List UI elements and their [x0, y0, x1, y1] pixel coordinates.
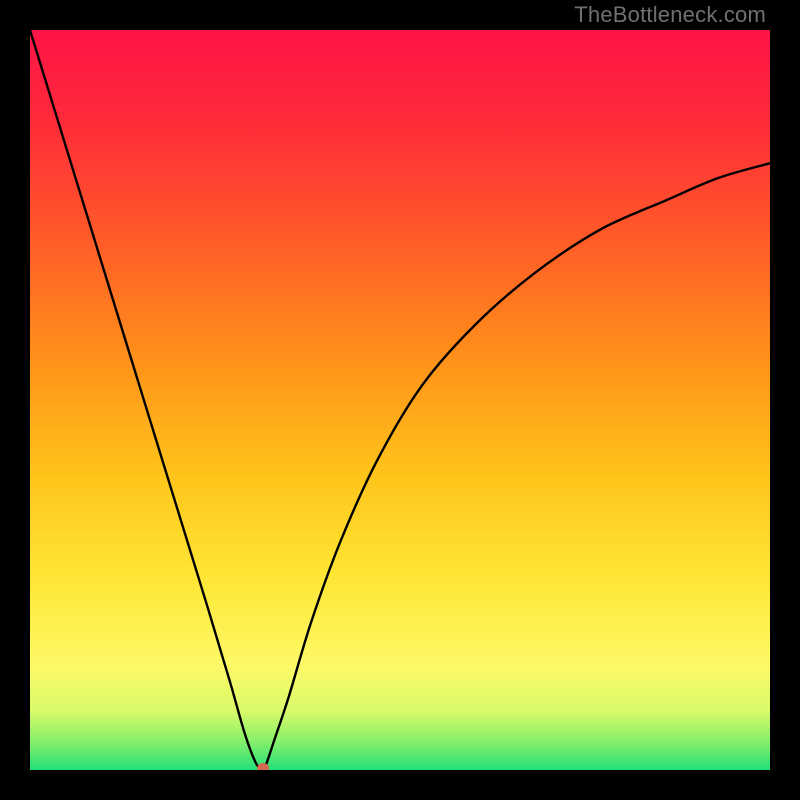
- chart-area: [30, 30, 770, 770]
- bottleneck-chart: [30, 30, 770, 770]
- watermark-text: TheBottleneck.com: [574, 2, 766, 28]
- gradient-background: [30, 30, 770, 770]
